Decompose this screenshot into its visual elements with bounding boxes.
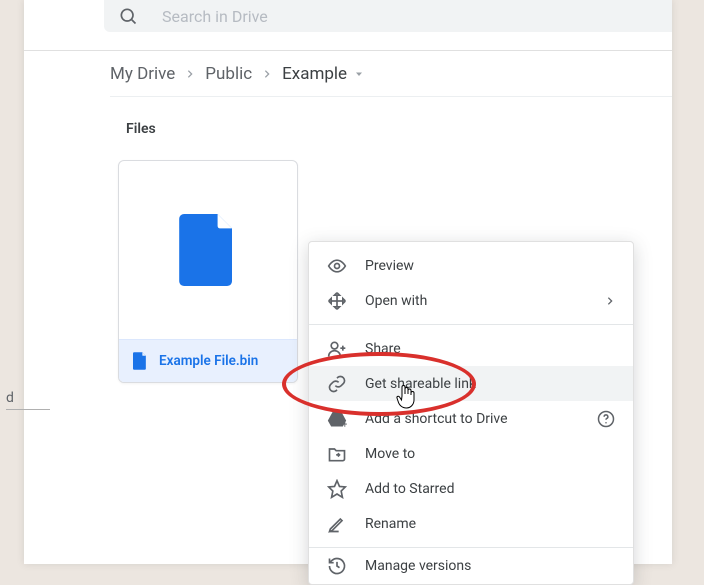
menu-get-shareable-link[interactable]: Get shareable link (309, 366, 633, 401)
file-name-label: Example File.bin (159, 353, 258, 369)
menu-add-star[interactable]: Add to Starred (309, 471, 633, 506)
breadcrumb-current-label: Example (282, 64, 347, 84)
menu-add-shortcut[interactable]: + Add a shortcut to Drive (309, 401, 633, 436)
menu-rename[interactable]: Rename (309, 506, 633, 541)
menu-label: Add to Starred (365, 481, 615, 497)
menu-move-to[interactable]: Move to (309, 436, 633, 471)
menu-label: Open with (365, 293, 605, 309)
sidebar-fragment: d (6, 390, 14, 406)
chevron-right-icon (262, 69, 272, 79)
pencil-icon (327, 514, 347, 534)
sidebar-underline (6, 409, 50, 410)
menu-label: Share (365, 341, 615, 357)
menu-manage-versions[interactable]: Manage versions (309, 554, 633, 578)
context-menu: Preview Open with Share Get shareable li… (308, 241, 634, 585)
menu-share[interactable]: Share (309, 331, 633, 366)
section-files-label: Files (126, 121, 156, 137)
menu-label: Preview (365, 258, 615, 274)
chevron-right-icon (185, 69, 195, 79)
menu-preview[interactable]: Preview (309, 248, 633, 283)
menu-separator (309, 547, 633, 548)
divider (24, 50, 672, 51)
breadcrumb-public[interactable]: Public (205, 64, 252, 84)
file-icon (133, 352, 147, 370)
chevron-right-icon (605, 296, 615, 306)
help-icon[interactable] (597, 410, 615, 428)
search-bar[interactable]: Search in Drive (104, 0, 672, 32)
history-icon (327, 556, 347, 576)
menu-separator (309, 324, 633, 325)
breadcrumb-mydrive[interactable]: My Drive (110, 64, 175, 84)
search-placeholder: Search in Drive (162, 7, 268, 26)
file-card[interactable]: Example File.bin (118, 160, 298, 383)
breadcrumb-current[interactable]: Example (282, 64, 365, 84)
menu-label: Add a shortcut to Drive (365, 411, 597, 427)
file-icon (179, 214, 237, 286)
drive-add-icon: + (327, 409, 347, 429)
breadcrumb: My Drive Public Example (110, 64, 365, 84)
menu-open-with[interactable]: Open with (309, 283, 633, 318)
menu-label: Rename (365, 516, 615, 532)
menu-label: Get shareable link (365, 376, 615, 392)
link-icon (327, 374, 347, 394)
drive-window: Search in Drive My Drive Public Example … (24, 0, 672, 564)
file-thumbnail (119, 161, 297, 339)
folder-move-icon (327, 444, 347, 464)
search-icon (118, 6, 138, 26)
svg-text:+: + (342, 419, 347, 429)
eye-icon (327, 256, 347, 276)
file-name-row: Example File.bin (119, 339, 297, 382)
menu-label: Manage versions (365, 558, 615, 574)
star-icon (327, 479, 347, 499)
caret-down-icon (353, 68, 365, 80)
menu-label: Move to (365, 446, 615, 462)
move-icon (327, 291, 347, 311)
divider (110, 96, 672, 97)
person-add-icon (327, 339, 347, 359)
